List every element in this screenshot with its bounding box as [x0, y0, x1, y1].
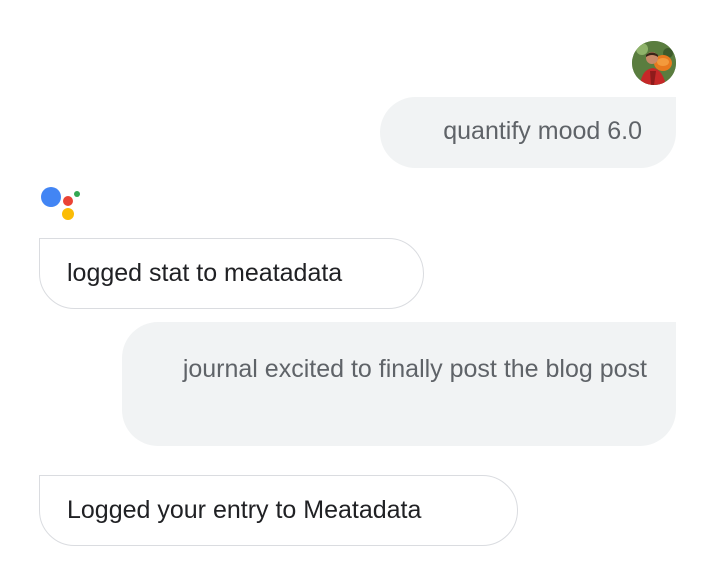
- user-message-text: journal excited to finally post the blog…: [182, 355, 647, 383]
- user-avatar: [632, 41, 676, 85]
- user-message-bubble: quantify mood 6.0: [380, 97, 676, 168]
- assistant-message-text: Logged your entry to Meatadata: [67, 496, 422, 524]
- user-message-text: quantify mood 6.0: [443, 117, 642, 145]
- google-assistant-icon: [38, 185, 84, 225]
- assistant-message-text: logged stat to meatadata: [67, 259, 343, 287]
- assistant-message-bubble: Logged your entry to Meatadata: [39, 475, 518, 546]
- user-message-bubble: journal excited to finally post the blog…: [122, 322, 676, 446]
- assistant-message-bubble: logged stat to meatadata: [39, 238, 424, 309]
- user-avatar-icon: [632, 41, 676, 85]
